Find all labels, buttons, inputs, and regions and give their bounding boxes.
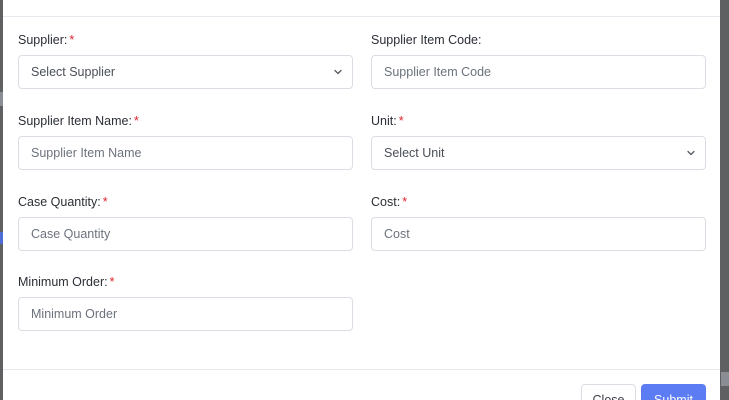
supplier-item-name-label: Supplier Item Name: * bbox=[18, 114, 139, 128]
minimum-order-field: Minimum Order: * bbox=[18, 274, 353, 331]
close-button[interactable]: Close bbox=[581, 384, 636, 400]
submit-button[interactable]: Submit bbox=[641, 384, 706, 400]
cost-control bbox=[371, 217, 706, 251]
required-marker: * bbox=[398, 114, 404, 128]
unit-field: Unit: * Select Unit bbox=[371, 113, 706, 170]
supplier-item-code-input[interactable] bbox=[372, 56, 705, 88]
chevron-down-icon bbox=[334, 69, 342, 75]
minimum-order-input[interactable] bbox=[19, 298, 352, 330]
supplier-item-name-field: Supplier Item Name: * bbox=[18, 113, 353, 170]
cost-input[interactable] bbox=[372, 218, 705, 250]
modal-header-divider bbox=[3, 16, 720, 17]
supplier-item-code-label: Supplier Item Code: bbox=[371, 33, 482, 47]
cost-label: Cost: * bbox=[371, 195, 408, 209]
add-supplier-item-modal: Supplier: * Select Supplier Supplier Item… bbox=[3, 0, 720, 400]
case-quantity-input[interactable] bbox=[19, 218, 352, 250]
required-marker: * bbox=[133, 114, 139, 128]
chevron-down-icon bbox=[687, 150, 695, 156]
supplier-select-value: Select Supplier bbox=[31, 65, 116, 79]
background-edge-mark bbox=[721, 372, 729, 386]
unit-select[interactable]: Select Unit bbox=[371, 136, 706, 170]
supplier-item-name-input[interactable] bbox=[19, 137, 352, 169]
required-marker: * bbox=[102, 195, 108, 209]
required-marker: * bbox=[109, 275, 115, 289]
required-marker: * bbox=[402, 195, 408, 209]
required-marker: * bbox=[69, 33, 75, 47]
supplier-item-name-control bbox=[18, 136, 353, 170]
modal-footer-divider bbox=[3, 369, 720, 370]
case-quantity-field: Case Quantity: * bbox=[18, 194, 353, 251]
case-quantity-label: Case Quantity: * bbox=[18, 195, 108, 209]
unit-label: Unit: * bbox=[371, 114, 404, 128]
minimum-order-label: Minimum Order: * bbox=[18, 275, 115, 289]
cost-field: Cost: * bbox=[371, 194, 706, 251]
supplier-field: Supplier: * Select Supplier bbox=[18, 32, 353, 89]
unit-select-value: Select Unit bbox=[384, 146, 445, 160]
supplier-item-code-field: Supplier Item Code: bbox=[371, 32, 706, 89]
minimum-order-control bbox=[18, 297, 353, 331]
case-quantity-control bbox=[18, 217, 353, 251]
supplier-item-code-control bbox=[371, 55, 706, 89]
supplier-label: Supplier: * bbox=[18, 33, 75, 47]
supplier-select[interactable]: Select Supplier bbox=[18, 55, 353, 89]
